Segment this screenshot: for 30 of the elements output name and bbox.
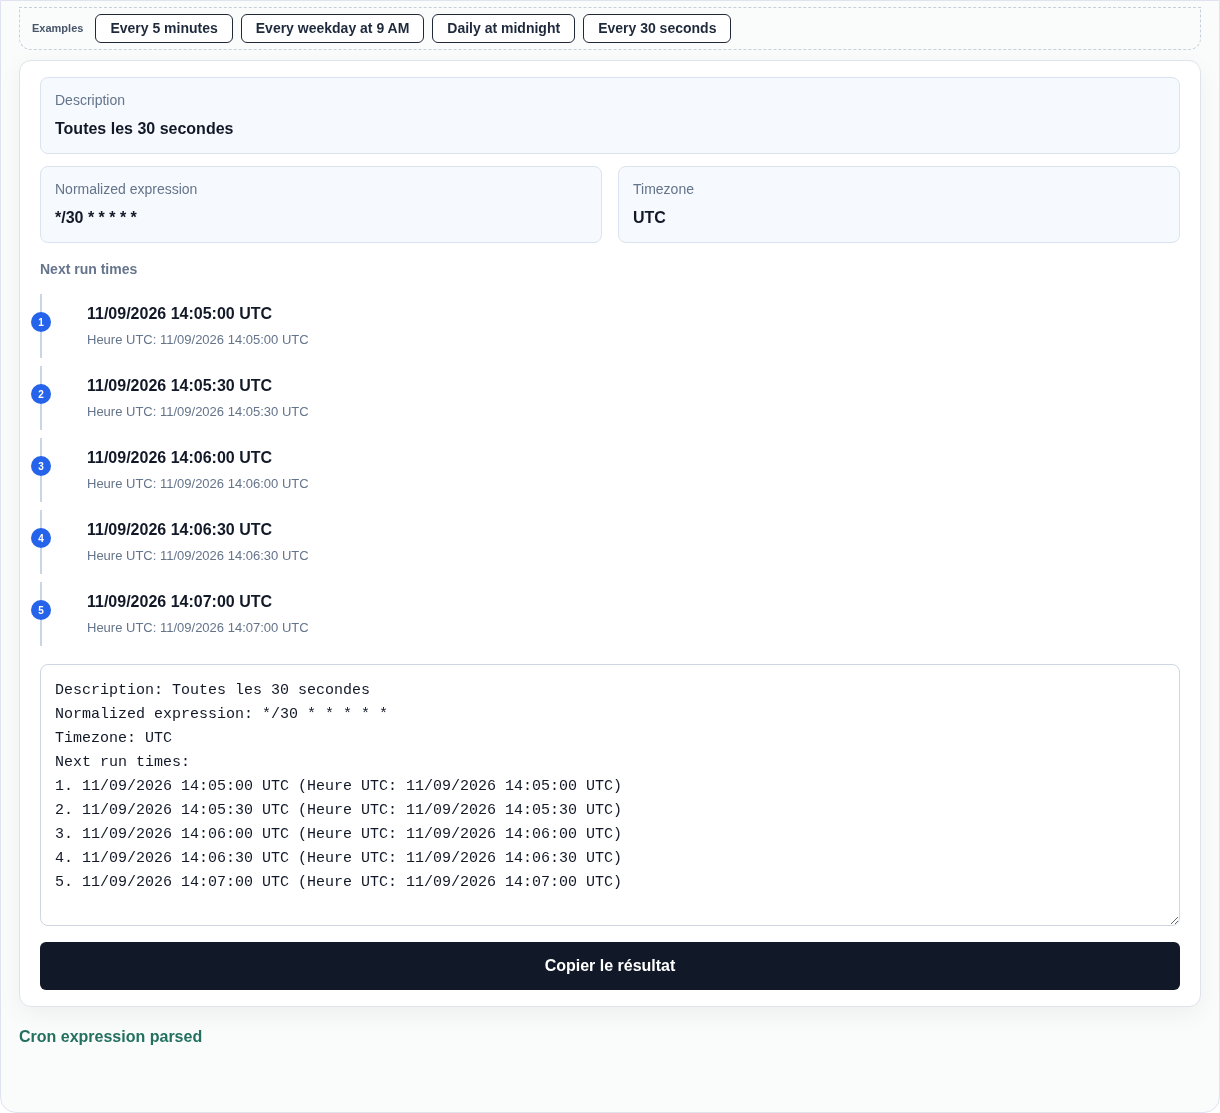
step-number: 3 [31,456,51,476]
step-number: 4 [31,528,51,548]
info-label: Normalized expression [55,180,199,199]
copy-button[interactable]: Copier le résultat [40,942,1180,990]
run-detail: Heure UTC: 11/09/2026 14:05:30 UTC [87,403,310,422]
run-detail: Heure UTC: 11/09/2026 14:05:00 UTC [87,331,310,350]
info-label: Description [55,91,127,110]
run-time: 11/09/2026 14:05:00 UTC [87,304,273,325]
info-value: */30 * * * * * [55,208,138,228]
step-number: 1 [31,312,51,332]
info-value: Toutes les 30 secondes [55,119,235,139]
examples-label: Examples [32,21,84,37]
run-time: 11/09/2026 14:06:30 UTC [87,520,273,541]
example-button[interactable]: Daily at midnight [432,14,576,43]
info-value: UTC [633,208,667,228]
step-number: 2 [31,384,51,404]
example-button[interactable]: Every 5 minutes [95,14,233,43]
run-detail: Heure UTC: 11/09/2026 14:06:00 UTC [87,475,310,494]
info-label: Timezone [633,180,695,199]
run-time: 11/09/2026 14:06:00 UTC [87,448,273,469]
run-time: 11/09/2026 14:07:00 UTC [87,592,273,613]
section-title: Next run times [40,260,139,279]
run-detail: Heure UTC: 11/09/2026 14:06:30 UTC [87,547,310,566]
output-textarea[interactable]: Description: Toutes les 30 secondes Normalized expression: */30 * * * * * Timezone: UTC Next run times: 1. 11/09/2026 14:05:00 UTC (Heure UTC: 11/09/2026 14:05:00 UTC) 2. 11/09/2026 14:05:30 UTC (Heure UTC: 11/09/2026 14:05:30 UTC) 3. 11/09/2026 14:06:00 UTC (Heure UTC: 11/09/2026 14:06:00 UTC) 4. 11/09/2026 14:06:30 UTC (Heure UTC: 11/09/2026 14:06:30 UTC) 5. 11/09/2026 14:07:00 UTC (Heure UTC: 11/09/2026 14:07:00 UTC) [40,664,1180,926]
step-number: 5 [31,600,51,620]
run-time: 11/09/2026 14:05:30 UTC [87,376,273,397]
example-button[interactable]: Every weekday at 9 AM [240,14,425,43]
example-button[interactable]: Every 30 seconds [583,14,732,43]
run-detail: Heure UTC: 11/09/2026 14:07:00 UTC [87,619,310,638]
status-message: Cron expression parsed [19,1027,204,1047]
